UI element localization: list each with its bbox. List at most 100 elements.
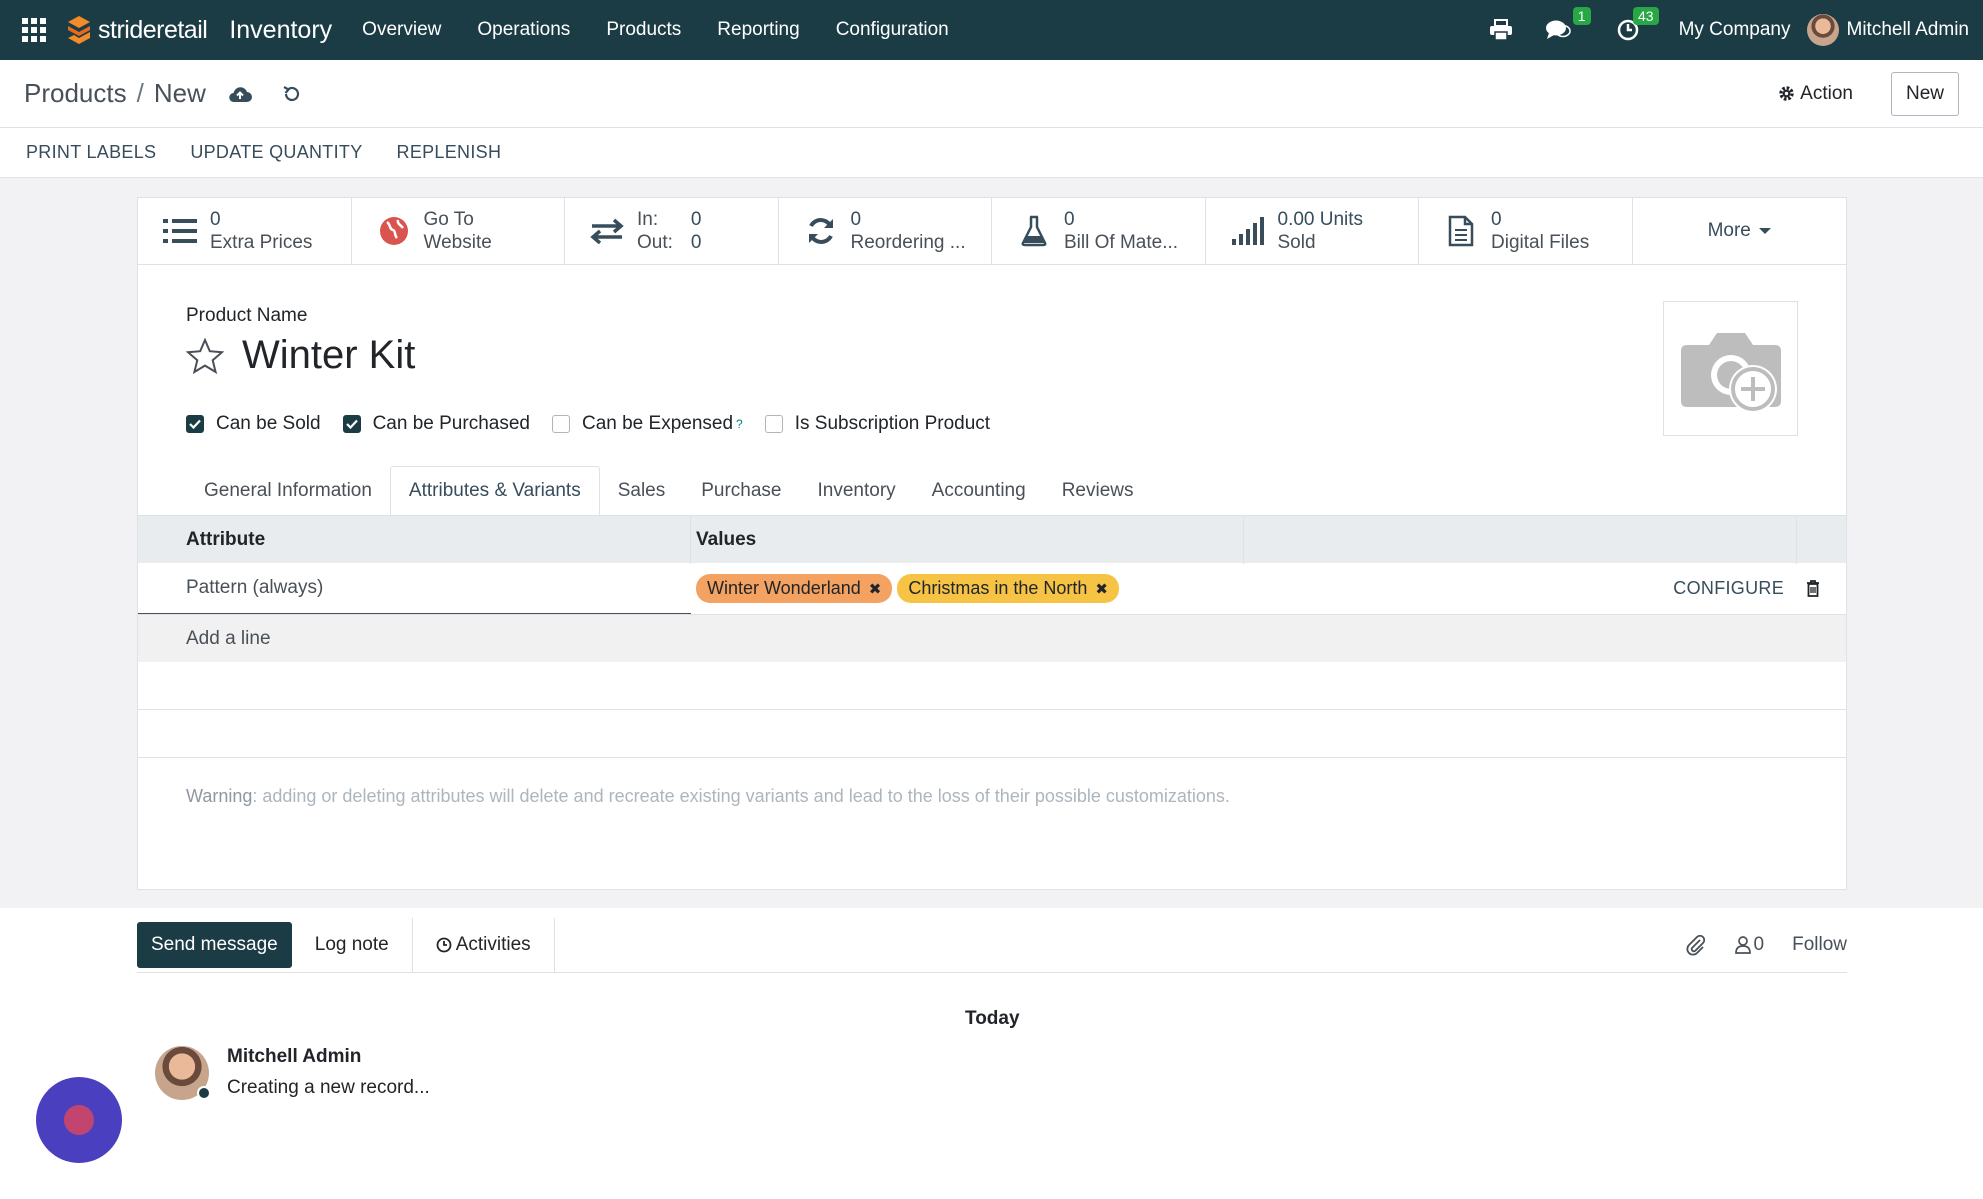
message-author[interactable]: Mitchell Admin — [227, 1046, 430, 1068]
units-sold-button[interactable]: 0.00 Units Sold — [1206, 198, 1419, 264]
company-switcher[interactable]: My Company — [1679, 19, 1791, 41]
column-spacer — [1244, 515, 1797, 564]
in-out-button[interactable]: In: 0 Out: 0 — [565, 198, 779, 264]
reordering-button[interactable]: 0 Reordering ... — [779, 198, 992, 264]
tab-accounting[interactable]: Accounting — [914, 466, 1044, 516]
action-label: Action — [1800, 82, 1853, 104]
menu-products[interactable]: Products — [588, 19, 699, 41]
user-name: Mitchell Admin — [1846, 19, 1970, 40]
tab-attributes-variants[interactable]: Attributes & Variants — [389, 466, 600, 516]
bom-value: 0 — [1064, 209, 1075, 230]
is-subscription-checkbox[interactable]: Is Subscription Product — [764, 413, 991, 435]
signal-bars-icon — [1230, 213, 1266, 249]
print-labels-button[interactable]: PRINT LABELS — [26, 142, 156, 163]
file-icon — [1443, 213, 1479, 249]
checkbox-unchecked[interactable] — [551, 415, 570, 433]
help-tooltip-icon[interactable]: ? — [736, 417, 743, 431]
bill-of-materials-button[interactable]: 0 Bill Of Mate... — [992, 198, 1206, 264]
form-tabs: General Information Attributes & Variant… — [186, 466, 1152, 516]
can-be-sold-checkbox[interactable]: Can be Sold — [186, 413, 321, 435]
digital-files-button[interactable]: 0 Digital Files — [1419, 198, 1633, 264]
column-attribute[interactable]: Attribute — [138, 515, 691, 564]
follow-button[interactable]: Follow — [1792, 934, 1847, 956]
tag-label: Christmas in the North — [908, 578, 1088, 598]
brand-name: strideretail — [98, 15, 208, 44]
trash-icon[interactable] — [1806, 580, 1820, 597]
tag-remove-icon[interactable]: ✖ — [869, 580, 882, 598]
add-a-line-link[interactable]: Add a line — [138, 614, 1846, 662]
product-name-label: Product Name — [186, 305, 308, 326]
attribute-cell[interactable]: Pattern (always) — [138, 563, 691, 614]
bom-label: Bill Of Mate... — [1064, 232, 1179, 253]
control-panel: Products / New Action New — [0, 60, 1983, 128]
control-panel-right: Action New — [1778, 71, 1983, 116]
product-image-upload[interactable] — [1663, 301, 1798, 436]
extra-prices-value: 0 — [210, 209, 221, 230]
activities-button[interactable]: Activities — [413, 917, 555, 973]
tab-purchase[interactable]: Purchase — [683, 466, 799, 516]
tab-inventory[interactable]: Inventory — [800, 466, 914, 516]
assistant-bubble-button[interactable] — [36, 1077, 122, 1163]
chatter-right: 0 Follow — [1657, 934, 1847, 956]
tab-sales[interactable]: Sales — [600, 466, 684, 516]
can-be-purchased-checkbox[interactable]: Can be Purchased — [342, 413, 530, 435]
menu-configuration[interactable]: Configuration — [818, 19, 967, 41]
is-subscription-label: Is Subscription Product — [794, 413, 991, 434]
product-title: Winter Kit — [186, 333, 415, 378]
product-name-input[interactable]: Winter Kit — [242, 333, 415, 378]
checkbox-checked[interactable] — [186, 415, 204, 433]
globe-icon — [376, 213, 412, 249]
print-icon[interactable] — [1489, 19, 1513, 41]
apps-menu-icon[interactable] — [22, 18, 46, 42]
top-navbar: strideretail Inventory Overview Operatio… — [0, 0, 1983, 60]
configure-button[interactable]: CONFIGURE — [1673, 578, 1784, 599]
log-note-button[interactable]: Log note — [292, 917, 413, 973]
tab-general-information[interactable]: General Information — [186, 466, 390, 516]
can-be-expensed-checkbox[interactable]: Can be Expensed ? — [551, 413, 743, 435]
navbar-right: 1 43 My Company Mitchell Admin — [1473, 0, 1983, 60]
brand-logo[interactable]: strideretail — [66, 14, 208, 46]
messages-icon[interactable]: 1 — [1545, 7, 1591, 41]
extra-prices-label: Extra Prices — [210, 232, 313, 253]
column-values[interactable]: Values — [691, 515, 1244, 564]
favorite-star-icon[interactable] — [186, 337, 224, 374]
more-dropdown[interactable]: More — [1633, 198, 1846, 264]
paperclip-icon[interactable] — [1685, 934, 1707, 956]
extra-prices-button[interactable]: 0 Extra Prices — [138, 198, 352, 264]
user-menu[interactable]: Mitchell Admin — [1806, 14, 1970, 46]
tag-remove-icon[interactable]: ✖ — [1095, 580, 1108, 598]
activities-icon[interactable]: 43 — [1617, 7, 1659, 41]
refresh-icon — [803, 213, 839, 249]
menu-operations[interactable]: Operations — [459, 19, 588, 41]
table-row[interactable]: Pattern (always) Winter Wonderland ✖ Chr… — [138, 563, 1846, 614]
breadcrumb-products[interactable]: Products — [24, 78, 127, 109]
clock-icon — [436, 937, 452, 953]
new-button[interactable]: New — [1890, 71, 1959, 116]
main-menu: Overview Operations Products Reporting C… — [344, 19, 967, 41]
save-cloud-icon[interactable] — [228, 85, 252, 103]
warning-text: : adding or deleting attributes will del… — [252, 786, 1230, 806]
table-header: Attribute Values — [138, 515, 1846, 564]
go-to-website-button[interactable]: Go To Website — [352, 198, 565, 264]
update-quantity-button[interactable]: UPDATE QUANTITY — [190, 142, 362, 163]
can-be-sold-label: Can be Sold — [216, 413, 321, 434]
chatter-topbar: Send message Log note Activities 0 Follo… — [137, 917, 1847, 973]
tab-reviews[interactable]: Reviews — [1044, 466, 1152, 516]
send-message-button[interactable]: Send message — [137, 922, 292, 968]
stride-logo-icon — [68, 16, 90, 44]
message-body: Creating a new record... — [227, 1077, 430, 1098]
checkbox-checked[interactable] — [342, 415, 361, 433]
action-button[interactable]: Action — [1778, 83, 1853, 105]
discard-icon[interactable] — [282, 84, 302, 104]
gear-icon — [1779, 86, 1794, 101]
caret-down-icon — [1758, 228, 1771, 234]
author-avatar[interactable] — [155, 1046, 211, 1100]
menu-overview[interactable]: Overview — [344, 19, 459, 41]
checkbox-unchecked[interactable] — [764, 415, 783, 433]
can-be-purchased-label: Can be Purchased — [372, 413, 530, 434]
menu-reporting[interactable]: Reporting — [699, 19, 817, 41]
app-name[interactable]: Inventory — [229, 16, 332, 45]
followers-button[interactable]: 0 — [1734, 934, 1764, 956]
product-flags: Can be Sold Can be Purchased Can be Expe… — [186, 413, 1012, 435]
replenish-button[interactable]: REPLENISH — [397, 142, 502, 163]
